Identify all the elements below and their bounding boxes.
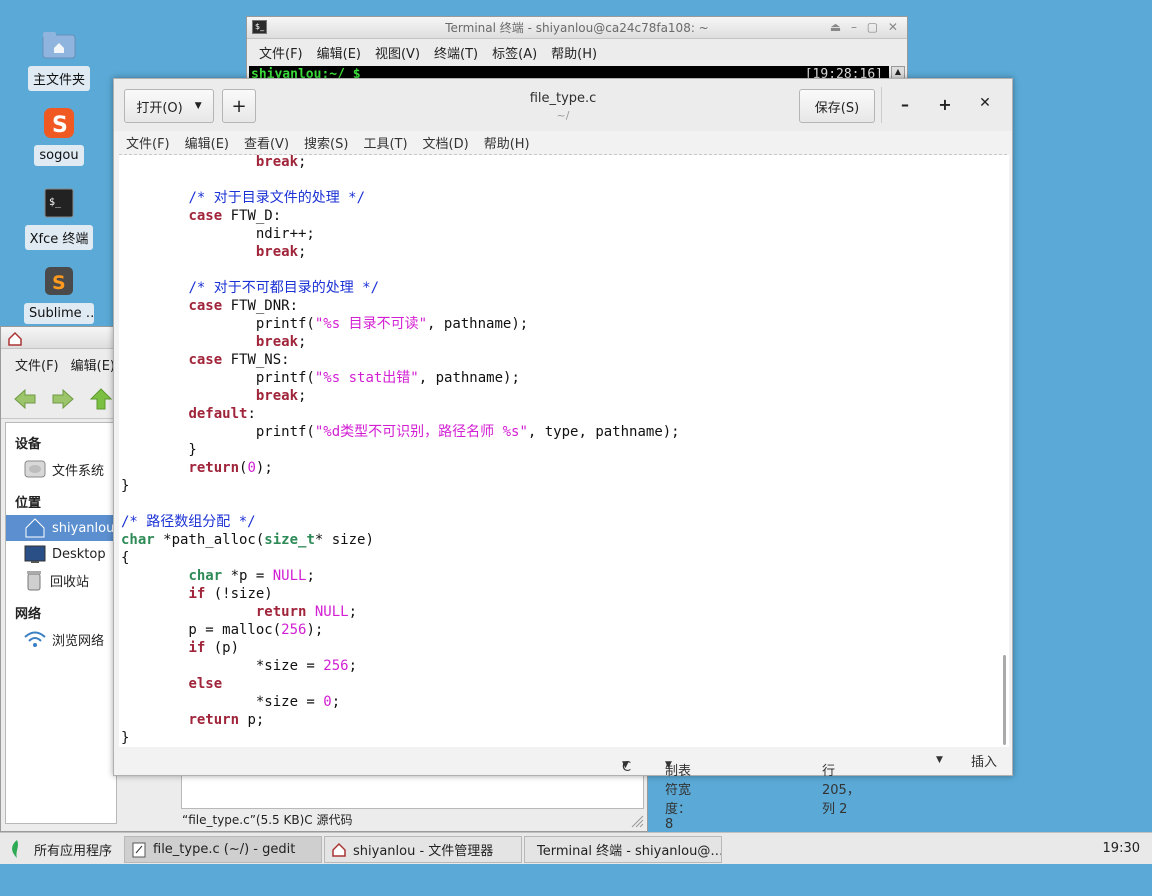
desktop-icon-home[interactable]: 主文件夹 (24, 26, 94, 95)
text-editor-icon (132, 842, 146, 857)
sidebar-section-devices: 设备 (15, 437, 42, 452)
desktop-icon-sogou[interactable]: S sogou (24, 105, 94, 170)
vertical-scrollbar[interactable] (1003, 655, 1006, 745)
menu-item[interactable]: 编辑(E) (317, 43, 361, 62)
sidebar-item-desktop[interactable]: Desktop (6, 541, 116, 567)
back-arrow-icon[interactable] (13, 388, 37, 410)
menu-item[interactable]: 终端(T) (434, 43, 478, 62)
menu-item[interactable]: 帮助(H) (551, 43, 597, 62)
file-view[interactable] (181, 775, 644, 809)
taskbar-item-gedit[interactable]: file_type.c (~/) - gedit (124, 836, 322, 863)
menu-item[interactable]: 查看(V) (244, 133, 289, 152)
tab-width-label: 制表符宽度：8 (665, 764, 692, 832)
home-icon (332, 842, 346, 857)
svg-text:S: S (52, 272, 66, 294)
wifi-icon (24, 631, 46, 647)
close-icon[interactable]: ✕ (974, 95, 996, 115)
dropdown-arrow-icon[interactable]: ▼ (936, 755, 943, 765)
clock[interactable]: 19:30 (1103, 841, 1140, 856)
sidebar-section-places: 位置 (15, 496, 42, 511)
save-button[interactable]: 保存(S) (799, 89, 875, 123)
sidebar-item-trash[interactable]: 回收站 (6, 567, 116, 593)
taskbar: 所有应用程序 file_type.c (~/) - gedit shiyanlo… (0, 832, 1152, 864)
svg-text:S: S (52, 113, 68, 138)
menu-item[interactable]: 视图(V) (375, 43, 420, 62)
sidebar-section-network: 网络 (15, 607, 42, 622)
menu-item[interactable]: 标签(A) (492, 43, 537, 62)
menu-item[interactable]: 搜索(S) (304, 133, 348, 152)
desktop-icon-label: Sublime … (24, 303, 94, 324)
menu-item[interactable]: 工具(T) (363, 133, 407, 152)
up-arrow-icon[interactable] (89, 387, 113, 411)
menu-item[interactable]: 文件(F) (259, 43, 303, 62)
sublime-icon: S (41, 263, 77, 299)
sidebar-item-label: 浏览网络 (52, 633, 105, 649)
source-code: break; /* 对于目录文件的处理 */ case FTW_D: ndir+… (121, 155, 680, 746)
desktop-icon-label: 主文件夹 (27, 66, 90, 91)
status-text: “file_type.c”(5.5 KB)C 源代码 (182, 813, 353, 827)
home-icon (25, 518, 45, 538)
save-button-label: 保存(S) (814, 100, 860, 116)
applications-menu[interactable]: 所有应用程序 (8, 839, 112, 859)
menu-item[interactable]: 帮助(H) (484, 133, 530, 152)
terminal-titlebar[interactable]: $_ Terminal 终端 - shiyanlou@ca24c78fa108:… (247, 17, 907, 39)
cursor-position-label: 行 205，列 2 (822, 764, 860, 817)
terminal-menubar: 文件(F) 编辑(E) 视图(V) 终端(T) 标签(A) 帮助(H) (247, 39, 907, 65)
sidebar-item-filesystem[interactable]: 文件系统 (6, 456, 116, 482)
drive-icon (24, 460, 46, 478)
desktop-icon (24, 545, 46, 563)
svg-text:$_: $_ (49, 197, 62, 208)
insert-mode[interactable]: 插入 (971, 751, 997, 770)
sidebar-item-label: Desktop (52, 546, 106, 562)
sidebar-item-label: 回收站 (50, 574, 90, 590)
taskbar-item-label: shiyanlou - 文件管理器 (353, 844, 494, 859)
desktop-icon-label: Xfce 终端 (24, 225, 94, 250)
gedit-menubar: 文件(F) 编辑(E) 查看(V) 搜索(S) 工具(T) 文档(D) 帮助(H… (119, 131, 1007, 155)
document-title: file_type.c (529, 91, 597, 106)
applications-label: 所有应用程序 (34, 843, 113, 859)
resize-grip-icon[interactable] (630, 814, 644, 828)
dropdown-arrow-icon: ▼ (665, 760, 672, 770)
header-separator (881, 87, 882, 123)
file-manager-sidebar: 设备 文件系统 位置 shiyanlou Desktop 回收站 网络 浏览网络 (5, 422, 117, 824)
sogou-icon: S (41, 105, 77, 141)
terminal-icon: $_ (252, 20, 267, 34)
sidebar-item-home[interactable]: shiyanlou (6, 515, 116, 541)
sidebar-item-label: shiyanlou (52, 520, 115, 536)
menu-item[interactable]: 文件(F) (15, 355, 59, 374)
desktop-icon-label: sogou (34, 145, 84, 166)
menu-item[interactable]: 编辑(E) (71, 355, 115, 374)
forward-arrow-icon[interactable] (51, 388, 75, 410)
window-title: Terminal 终端 - shiyanlou@ca24c78fa108: ~ (445, 21, 709, 35)
code-editor[interactable]: break; /* 对于目录文件的处理 */ case FTW_D: ndir+… (119, 155, 1009, 747)
desktop-icon-terminal[interactable]: $_ Xfce 终端 (24, 185, 94, 254)
trash-icon (27, 571, 41, 591)
home-icon (8, 331, 22, 346)
sidebar-item-network[interactable]: 浏览网络 (6, 626, 116, 652)
taskbar-item-terminal[interactable]: Terminal 终端 - shiyanlou@… (524, 836, 722, 863)
document-path: ~/ (556, 109, 570, 122)
menu-item[interactable]: 文件(F) (126, 133, 170, 152)
taskbar-item-label: file_type.c (~/) - gedit (153, 842, 296, 857)
taskbar-item-label: Terminal 终端 - shiyanlou@… (537, 844, 722, 859)
folder-home-icon (41, 26, 77, 62)
sidebar-item-label: 文件系统 (52, 463, 105, 479)
terminal-icon: $_ (41, 185, 77, 221)
window-controls-icon[interactable]: ⏏ – ▢ ✕ (830, 20, 901, 34)
maximize-icon[interactable]: + (934, 95, 956, 115)
terminal-window[interactable]: $_ Terminal 终端 - shiyanlou@ca24c78fa108:… (246, 16, 908, 86)
menu-item[interactable]: 文档(D) (423, 133, 469, 152)
minimize-icon[interactable]: – (894, 95, 916, 115)
app-menu-icon (12, 840, 18, 858)
taskbar-item-file-manager[interactable]: shiyanlou - 文件管理器 (324, 836, 522, 863)
menu-item[interactable]: 编辑(E) (185, 133, 229, 152)
dropdown-arrow-icon: ▼ (622, 760, 629, 770)
gedit-statusbar: C ▼ 制表符宽度：8 ▼ 行 205，列 2 ▼ 插入 (114, 745, 1012, 833)
gedit-window[interactable]: 打开(O) ▼ + file_type.c ~/ 保存(S) – + ✕ 文件(… (113, 78, 1013, 833)
desktop-icon-sublime[interactable]: S Sublime … (24, 263, 94, 328)
gedit-headerbar[interactable]: 打开(O) ▼ + file_type.c ~/ 保存(S) – + ✕ (114, 79, 1012, 131)
